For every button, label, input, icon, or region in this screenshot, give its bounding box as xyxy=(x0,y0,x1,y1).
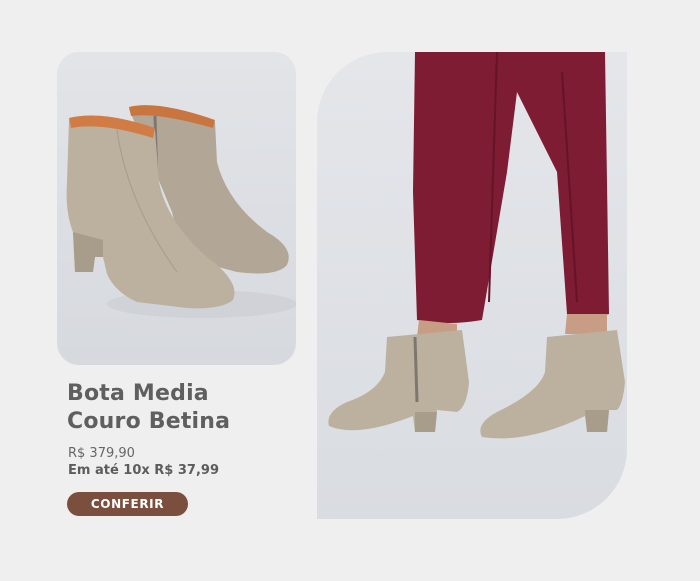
installments-text: Em até 10x R$ 37,99 xyxy=(68,463,219,478)
product-title: Bota Media Couro Betina xyxy=(67,380,287,436)
model-photo-boots-worn xyxy=(328,52,625,439)
model-image-card[interactable] xyxy=(317,52,627,519)
product-photo-boots-pair xyxy=(66,105,296,318)
product-title-line2: Couro Betina xyxy=(67,409,231,434)
product-image-card[interactable] xyxy=(57,52,296,365)
conferir-button[interactable]: CONFERIR xyxy=(67,492,188,516)
product-title-line1: Bota Media xyxy=(67,381,209,406)
product-price: R$ 379,90 xyxy=(68,446,135,461)
